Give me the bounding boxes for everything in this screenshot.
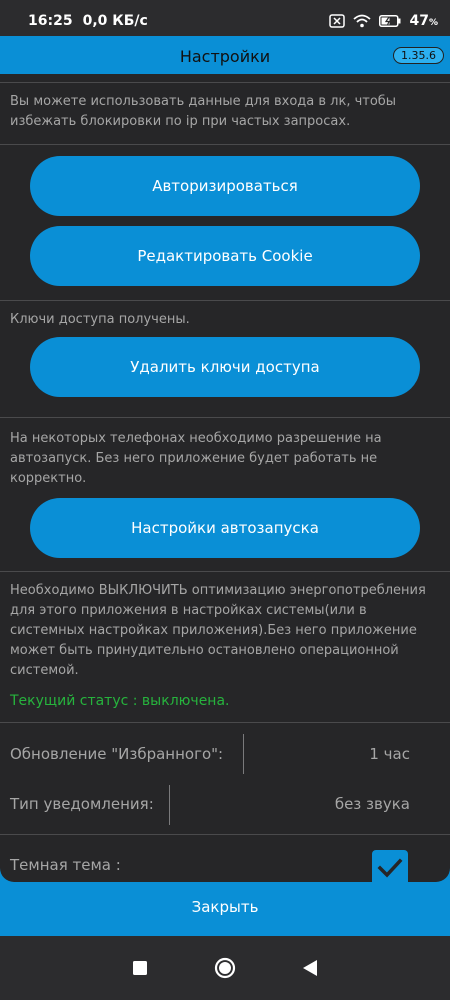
system-nav-bar: [0, 936, 450, 1000]
sim-off-icon: [329, 14, 346, 28]
divider: [0, 834, 450, 835]
recents-square-icon[interactable]: [133, 961, 148, 975]
status-time: 16:25: [28, 13, 73, 29]
battery-level: 47%: [409, 13, 438, 29]
status-network-speed: 0,0 КБ/с: [82, 13, 148, 29]
version-badge: 1.35.6: [393, 47, 444, 64]
notification-type-select[interactable]: без звука: [335, 795, 410, 813]
battery-charging-icon: [379, 15, 401, 27]
battery-optimization-text: Необходимо ВЫКЛЮЧИТЬ оптимизацию энергоп…: [10, 583, 426, 678]
settings-panel[interactable]: Вы можете использовать данные для входа …: [0, 74, 450, 882]
notification-type-label: Тип уведомления:: [10, 795, 154, 813]
keys-status-text: Ключи доступа получены.: [10, 312, 190, 327]
separator: [243, 734, 244, 774]
status-right-icons: 47%: [329, 13, 438, 29]
autostart-settings-button[interactable]: Настройки автозапуска: [30, 498, 420, 558]
separator: [169, 785, 170, 825]
divider: [0, 82, 450, 83]
close-button[interactable]: Закрыть: [0, 882, 450, 932]
delete-keys-button[interactable]: Удалить ключи доступа: [30, 337, 420, 397]
divider: [0, 722, 450, 723]
divider: [0, 417, 450, 418]
divider: [0, 300, 450, 301]
checkmark-icon: [377, 858, 403, 878]
login-info-text: Вы можете использовать данные для входа …: [10, 94, 397, 129]
app-header: Настройки 1.35.6: [0, 36, 450, 76]
page-title: Настройки: [179, 46, 271, 66]
edit-cookie-button[interactable]: Редактировать Cookie: [30, 226, 420, 286]
close-button-label: Закрыть: [191, 898, 259, 916]
dark-theme-checkbox[interactable]: [372, 850, 408, 882]
dark-theme-label: Темная тема :: [10, 856, 121, 874]
favorites-update-label: Обновление "Избранного":: [10, 745, 224, 763]
autostart-info-text: На некоторых телефонах необходимо разреш…: [10, 431, 382, 486]
back-triangle-icon[interactable]: [302, 960, 317, 976]
wifi-icon: [353, 14, 372, 28]
home-circle-icon[interactable]: [214, 957, 236, 979]
divider: [0, 144, 450, 145]
favorites-update-select[interactable]: 1 час: [369, 745, 410, 763]
optimization-status: Текущий статус : выключена.: [10, 693, 230, 709]
divider: [0, 571, 450, 572]
authorize-button[interactable]: Авторизироваться: [30, 156, 420, 216]
